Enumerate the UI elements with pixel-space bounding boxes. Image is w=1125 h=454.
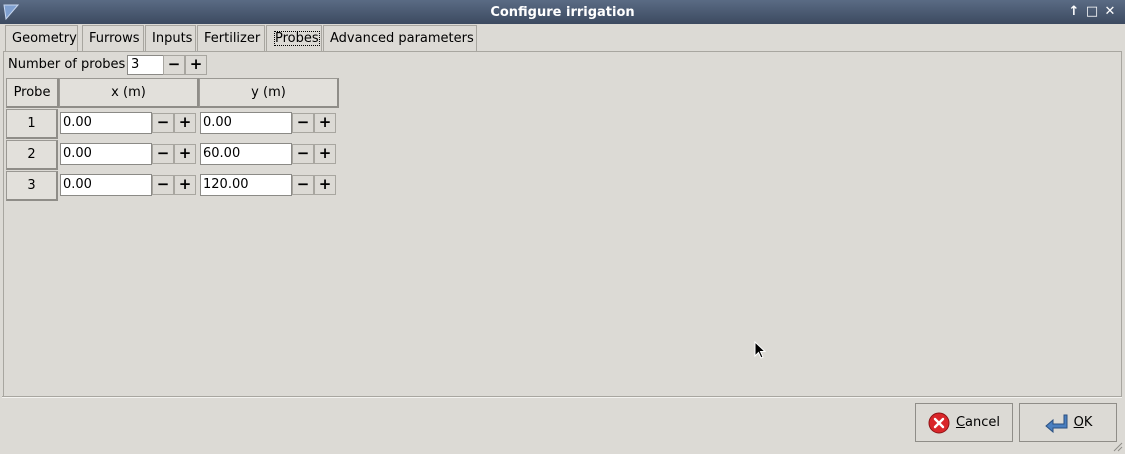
probe-3-y-input[interactable]: 120.00	[200, 174, 292, 196]
tab-probes[interactable]: Probes	[266, 25, 322, 51]
probe-3-x-increment-button[interactable]: +	[174, 175, 196, 195]
row-header-probe-1[interactable]: 1	[6, 109, 58, 139]
column-header-probe[interactable]: Probe	[6, 78, 59, 108]
probe-1-x-increment-button[interactable]: +	[174, 113, 196, 133]
window-titlebar[interactable]: Configure irrigation ↑ □ ✕	[0, 0, 1125, 24]
cancel-button[interactable]: Cancel	[915, 403, 1013, 442]
tab-inputs[interactable]: Inputs	[145, 25, 196, 51]
resize-grip-icon[interactable]	[1111, 440, 1123, 452]
probe-2-x-input[interactable]: 0.00	[60, 143, 152, 165]
probe-3-x-input[interactable]: 0.00	[60, 174, 152, 196]
probe-2-y-input[interactable]: 60.00	[200, 143, 292, 165]
number-of-probes-label: Number of probes	[8, 57, 126, 72]
button-separator	[2, 396, 1122, 398]
probe-2-y-decrement-button[interactable]: −	[292, 144, 314, 164]
tab-label: Probes	[273, 31, 320, 46]
probe-3-y-decrement-button[interactable]: −	[292, 175, 314, 195]
probe-1-y-decrement-button[interactable]: −	[292, 113, 314, 133]
tab-furrows[interactable]: Furrows	[82, 25, 144, 51]
probe-1-x-input[interactable]: 0.00	[60, 112, 152, 134]
row-header-probe-3[interactable]: 3	[6, 171, 58, 201]
probe-2-y-increment-button[interactable]: +	[314, 144, 336, 164]
dialog-body: Geometry Furrows Inputs Fertilizer Probe…	[2, 24, 1123, 452]
probe-2-x-decrement-button[interactable]: −	[152, 144, 174, 164]
shade-icon[interactable]: ↑	[1066, 3, 1082, 21]
column-header-x[interactable]: x (m)	[59, 78, 199, 108]
probe-1-y-input[interactable]: 0.00	[200, 112, 292, 134]
tab-label: Geometry	[12, 31, 77, 46]
ok-label: OK	[1073, 415, 1093, 430]
row-header-probe-2[interactable]: 2	[6, 140, 58, 170]
mouse-cursor-icon	[754, 341, 766, 359]
tab-advanced-parameters[interactable]: Advanced parameters	[323, 25, 477, 51]
probe-2-x-increment-button[interactable]: +	[174, 144, 196, 164]
tab-label: Fertilizer	[204, 31, 261, 46]
column-header-y[interactable]: y (m)	[199, 78, 339, 108]
tab-label: Advanced parameters	[330, 31, 474, 46]
number-of-probes-increment-button[interactable]: +	[185, 55, 207, 75]
tab-fertilizer[interactable]: Fertilizer	[197, 25, 265, 51]
cancel-icon	[928, 412, 950, 433]
tab-geometry[interactable]: Geometry	[5, 25, 78, 51]
ok-button[interactable]: OK	[1019, 403, 1117, 442]
tab-label: Furrows	[89, 31, 140, 46]
maximize-icon[interactable]: □	[1084, 3, 1100, 21]
probe-1-x-decrement-button[interactable]: −	[152, 113, 174, 133]
close-icon[interactable]: ✕	[1102, 3, 1118, 21]
probe-3-x-decrement-button[interactable]: −	[152, 175, 174, 195]
tab-label: Inputs	[152, 31, 193, 46]
probe-1-y-increment-button[interactable]: +	[314, 113, 336, 133]
probe-3-y-increment-button[interactable]: +	[314, 175, 336, 195]
cancel-label: Cancel	[955, 415, 1001, 430]
number-of-probes-decrement-button[interactable]: −	[163, 55, 185, 75]
window-title: Configure irrigation	[490, 5, 635, 20]
number-of-probes-input[interactable]: 3	[127, 55, 165, 75]
enter-arrow-icon	[1044, 414, 1068, 433]
